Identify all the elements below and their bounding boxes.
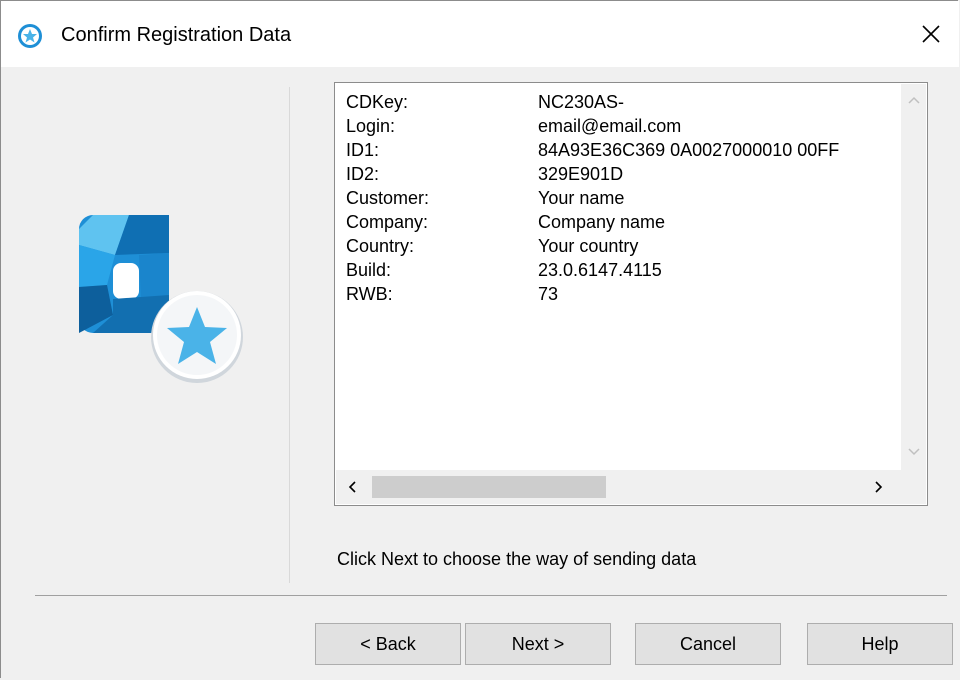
row-label: RWB: [346,284,393,304]
back-button[interactable]: < Back [315,623,461,665]
dialog-title: Confirm Registration Data [61,24,292,46]
row-label: Country: [346,236,415,256]
title-bar: Confirm Registration Data [1,1,959,67]
scroll-left-button[interactable] [340,470,364,504]
row-label: Customer: [346,188,430,208]
row-value: NC230AS- [538,92,625,112]
row-label: Login: [346,116,396,136]
scrollbar-corner [901,470,926,504]
instruction-text: Click Next to choose the way of sending … [337,549,697,569]
scroll-up-button[interactable] [901,88,926,112]
app-logo-star-icon [79,215,243,383]
vertical-scrollbar[interactable] [901,84,926,470]
row-label: ID1: [346,140,380,160]
row-value: 329E901D [538,164,624,184]
close-icon [922,25,940,43]
row-label: CDKey: [346,92,409,112]
registration-data-viewport: CDKey: NC230AS- Login: email@email.com I… [336,84,903,470]
row-label: Company: [346,212,429,232]
scroll-down-button[interactable] [901,440,926,464]
row-value: 84A93E36C369 0A0027000010 00FF [538,140,840,160]
dialog-content: CDKey: NC230AS- Login: email@email.com I… [1,67,959,679]
horizontal-divider [35,595,947,596]
row-label: ID2: [346,164,380,184]
registration-data-list[interactable]: CDKey: NC230AS- Login: email@email.com I… [334,82,928,506]
chevron-up-icon [907,96,920,104]
cancel-button[interactable]: Cancel [635,623,781,665]
next-button[interactable]: Next > [465,623,611,665]
help-button[interactable]: Help [807,623,953,665]
row-value: email@email.com [538,116,682,136]
row-value: Your country [538,236,639,256]
close-button[interactable] [903,1,959,67]
chevron-down-icon [907,448,920,456]
row-value: Company name [538,212,666,232]
scroll-right-button[interactable] [867,470,891,504]
confirm-registration-dialog: Confirm Registration Data CDKey: NC230AS… [0,0,959,679]
row-value: 73 [538,284,559,304]
vertical-divider [289,87,290,583]
chevron-right-icon [875,481,883,493]
row-value: Your name [538,188,625,208]
horizontal-scroll-thumb[interactable] [372,476,606,498]
row-value: 23.0.6147.4115 [538,260,662,280]
row-label: Build: [346,260,392,280]
registration-star-icon [18,24,42,48]
horizontal-scrollbar[interactable] [336,470,903,504]
chevron-left-icon [348,481,356,493]
